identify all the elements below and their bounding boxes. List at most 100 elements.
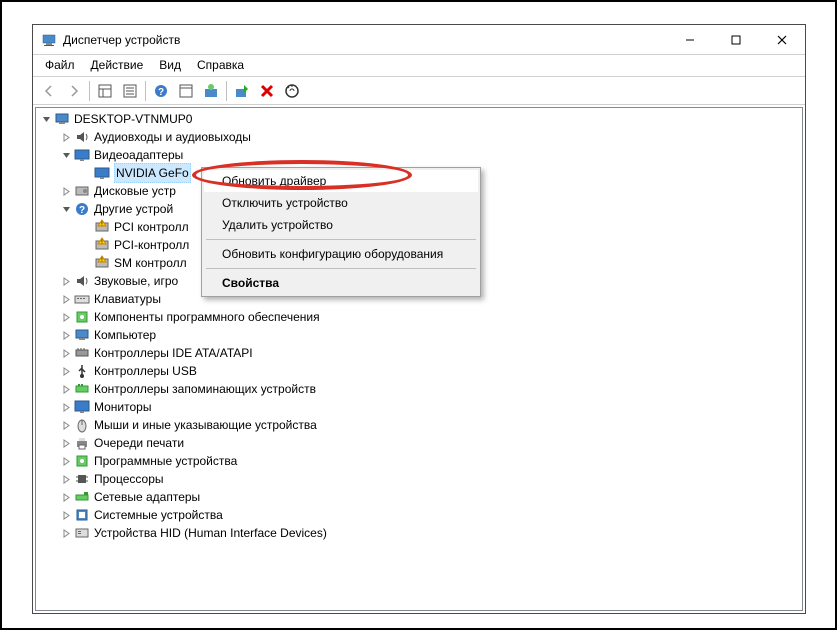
expander-icon[interactable] [60,509,72,521]
expander-icon [80,221,92,233]
mouse-icon [74,417,90,433]
context-menu-disable-device[interactable]: Отключить устройство [204,192,478,214]
system-icon [74,507,90,523]
tree-node-label: Аудиовходы и аудиовыходы [94,128,251,146]
expander-icon[interactable] [60,401,72,413]
network-icon [74,489,90,505]
enable-button[interactable] [230,79,254,103]
warning-icon: ! [94,219,110,235]
tree-node[interactable]: Компьютер [36,326,802,344]
menu-action[interactable]: Действие [85,56,150,74]
tree-node[interactable]: Мыши и иные указывающие устройства [36,416,802,434]
menu-file[interactable]: Файл [39,56,81,74]
expander-icon[interactable] [60,203,72,215]
computer-icon [54,111,70,127]
svg-text:?: ? [79,205,85,216]
audio-icon [74,129,90,145]
close-button[interactable] [759,25,805,55]
tree-node[interactable]: Аудиовходы и аудиовыходы [36,128,802,146]
show-hide-tree-button[interactable] [93,79,117,103]
tree-node-label: Мыши и иные указывающие устройства [94,416,317,434]
tree-node[interactable]: Компоненты программного обеспечения [36,308,802,326]
keyboard-icon [74,291,90,307]
tree-node[interactable]: Очереди печати [36,434,802,452]
maximize-button[interactable] [713,25,759,55]
computer-icon [74,327,90,343]
expander-icon[interactable] [60,455,72,467]
context-menu-scan-hardware[interactable]: Обновить конфигурацию оборудования [204,243,478,265]
device-manager-window: Диспетчер устройств Файл Действие Вид Сп… [32,24,806,614]
device-tree-panel: DESKTOP-VTNMUP0Аудиовходы и аудиовыходыВ… [35,107,803,611]
other-icon: ? [74,201,90,217]
expander-icon[interactable] [60,491,72,503]
minimize-button[interactable] [667,25,713,55]
expander-icon[interactable] [60,383,72,395]
expander-icon[interactable] [60,419,72,431]
expander-icon[interactable] [60,149,72,161]
expander-icon[interactable] [60,275,72,287]
expander-icon [80,257,92,269]
tree-node-label: Мониторы [94,398,151,416]
expander-icon[interactable] [60,329,72,341]
expander-icon[interactable] [60,185,72,197]
display-icon [94,165,110,181]
expander-icon[interactable] [60,347,72,359]
tree-node[interactable]: Видеоадаптеры [36,146,802,164]
expander-icon[interactable] [60,527,72,539]
expander-icon[interactable] [60,473,72,485]
warning-icon: ! [94,255,110,271]
tree-node[interactable]: Программные устройства [36,452,802,470]
audio-icon [74,273,90,289]
tree-node[interactable]: Процессоры [36,470,802,488]
tree-node[interactable]: Мониторы [36,398,802,416]
scan-button-2[interactable] [174,79,198,103]
tree-node-label: Очереди печати [94,434,184,452]
back-button[interactable] [37,79,61,103]
menu-view[interactable]: Вид [153,56,187,74]
expander-icon[interactable] [60,293,72,305]
app-icon [41,32,57,48]
tree-node[interactable]: Устройства HID (Human Interface Devices) [36,524,802,542]
tree-node-label: Дисковые устр [94,182,176,200]
scan-hardware-button[interactable] [280,79,304,103]
tree-node-label: Контроллеры IDE ATA/ATAPI [94,344,253,362]
cpu-icon [74,471,90,487]
tree-node[interactable]: Системные устройства [36,506,802,524]
tree-node-label: Другие устрой [94,200,173,218]
expander-icon[interactable] [60,365,72,377]
context-menu-uninstall-device[interactable]: Удалить устройство [204,214,478,236]
tree-node[interactable]: Контроллеры IDE ATA/ATAPI [36,344,802,362]
uninstall-button[interactable] [255,79,279,103]
tree-node-label: PCI-контролл [114,236,189,254]
update-driver-button[interactable] [199,79,223,103]
expander-icon[interactable] [40,113,52,125]
ide-icon [74,345,90,361]
tree-node-label: Компоненты программного обеспечения [94,308,320,326]
expander-icon[interactable] [60,131,72,143]
properties-button[interactable] [118,79,142,103]
tree-node[interactable]: Контроллеры USB [36,362,802,380]
menubar: Файл Действие Вид Справка [33,55,805,77]
tree-node-label: Контроллеры запоминающих устройств [94,380,316,398]
tree-node-label: Сетевые адаптеры [94,488,200,506]
forward-button[interactable] [62,79,86,103]
expander-icon [80,239,92,251]
disk-icon [74,183,90,199]
help-button[interactable]: ? [149,79,173,103]
tree-node[interactable]: DESKTOP-VTNMUP0 [36,110,802,128]
tree-node[interactable]: Сетевые адаптеры [36,488,802,506]
usb-icon [74,363,90,379]
printer-icon [74,435,90,451]
tree-node-label: Компьютер [94,326,156,344]
context-menu-separator [206,239,476,240]
menu-help[interactable]: Справка [191,56,250,74]
context-menu-properties[interactable]: Свойства [204,272,478,294]
context-menu-update-driver[interactable]: Обновить драйвер [204,170,478,192]
tree-node[interactable]: Контроллеры запоминающих устройств [36,380,802,398]
window-title: Диспетчер устройств [63,33,180,47]
expander-icon[interactable] [60,437,72,449]
hid-icon [74,525,90,541]
tree-node-label: Устройства HID (Human Interface Devices) [94,524,327,542]
expander-icon[interactable] [60,311,72,323]
expander-icon [80,167,92,179]
